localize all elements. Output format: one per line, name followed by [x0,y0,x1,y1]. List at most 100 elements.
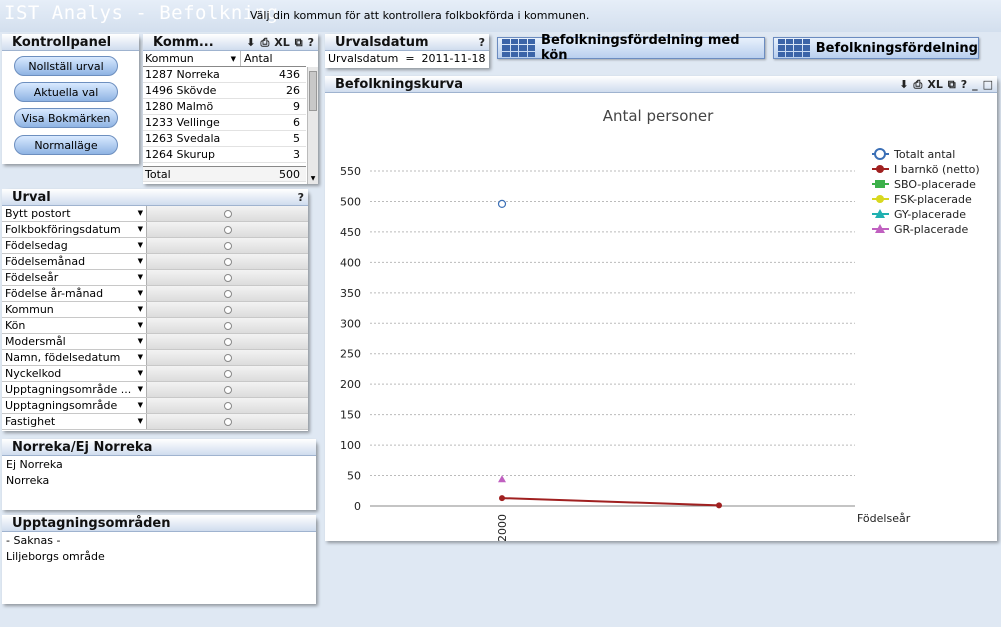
help-icon[interactable]: ? [298,189,304,205]
help-icon[interactable]: ? [961,76,967,92]
copy-icon[interactable]: ⧉ [295,34,303,50]
dropdown-arrow-icon[interactable]: ▼ [138,366,143,381]
listbox-row[interactable]: Folkbokföringsdatum ▼ [2,222,308,238]
listbox-row[interactable]: Nyckelkod ▼ [2,366,308,382]
print-icon[interactable]: ⎙ [914,76,923,92]
xl-icon[interactable]: XL [927,76,943,92]
send-to-excel-icon[interactable]: ⬇ [246,34,255,50]
field-name[interactable]: Födelseår ▼ [2,270,147,285]
field-value-cell[interactable] [147,334,308,349]
field-value-cell[interactable] [147,206,308,221]
dropdown-arrow-icon[interactable]: ▼ [138,222,143,237]
field-value-cell[interactable] [147,398,308,413]
field-name[interactable]: Folkbokföringsdatum ▼ [2,222,147,237]
radio-icon[interactable] [223,386,232,394]
listbox-row[interactable]: Kön ▼ [2,318,308,334]
send-to-excel-icon[interactable]: ⬇ [899,76,908,92]
field-name[interactable]: Fastighet ▼ [2,414,147,429]
field-name[interactable]: Kommun ▼ [2,302,147,317]
table-row[interactable]: 1264 Skurup 3 [143,147,306,163]
reset-selection-button[interactable]: Nollställ urval [14,56,118,76]
current-selections-button[interactable]: Aktuella val [14,82,118,102]
listbox-row[interactable]: Upptagningsområde ... ▼ [2,382,308,398]
field-value-cell[interactable] [147,222,308,237]
radio-icon[interactable] [223,322,232,330]
list-item[interactable]: - Saknas - [2,533,105,549]
help-icon[interactable]: ? [479,34,485,50]
dropdown-arrow-icon[interactable]: ▼ [138,398,143,413]
field-name[interactable]: Bytt postort ▼ [2,206,147,221]
print-icon[interactable]: ⎙ [260,34,269,50]
listbox-row[interactable]: Modersmål ▼ [2,334,308,350]
copy-icon[interactable]: ⧉ [948,76,956,92]
field-name[interactable]: Kön ▼ [2,318,147,333]
radio-icon[interactable] [223,290,232,298]
listbox-row[interactable]: Födelsedag ▼ [2,238,308,254]
radio-icon[interactable] [223,354,232,362]
dropdown-arrow-icon[interactable]: ▼ [138,206,143,221]
show-bookmarks-button[interactable]: Visa Bokmärken [14,108,118,128]
field-name[interactable]: Födelsedag ▼ [2,238,147,253]
dropdown-arrow-icon[interactable]: ▼ [138,382,143,397]
field-value-cell[interactable] [147,286,308,301]
field-value-cell[interactable] [147,366,308,381]
field-name[interactable]: Modersmål ▼ [2,334,147,349]
dropdown-arrow-icon[interactable]: ▼ [138,286,143,301]
radio-icon[interactable] [223,402,232,410]
field-name[interactable]: Upptagningsområde ▼ [2,398,147,413]
dropdown-arrow-icon[interactable]: ▼ [138,334,143,349]
table-row[interactable]: 1233 Vellinge 6 [143,115,306,131]
befolkning-kon-button[interactable]: Befolkningsfördelning med kön [497,33,765,63]
dropdown-arrow-icon[interactable]: ▼ [138,318,143,333]
col-antal-header[interactable]: Antal [241,51,303,66]
help-icon[interactable]: ? [308,34,314,50]
listbox-row[interactable]: Upptagningsområde ▼ [2,398,308,414]
field-value-cell[interactable] [147,238,308,253]
dropdown-arrow-icon[interactable]: ▼ [138,238,143,253]
sort-down-icon[interactable]: ▼ [231,51,236,66]
listbox-row[interactable]: Kommun ▼ [2,302,308,318]
table-row[interactable]: 1263 Svedala 5 [143,131,306,147]
dropdown-arrow-icon[interactable]: ▼ [138,254,143,269]
listbox-row[interactable]: Fastighet ▼ [2,414,308,430]
maximize-icon[interactable]: □ [983,76,993,92]
listbox-row[interactable]: Födelseår ▼ [2,270,308,286]
list-item[interactable]: Liljeborgs område [2,549,105,565]
dropdown-arrow-icon[interactable]: ▼ [138,414,143,429]
listbox-row[interactable]: Namn, födelsedatum ▼ [2,350,308,366]
radio-icon[interactable] [223,370,232,378]
table-row[interactable]: 1287 Norreka 436 [143,67,306,83]
xl-icon[interactable]: XL [274,34,290,50]
listbox-row[interactable]: Födelse år-månad ▼ [2,286,308,302]
radio-icon[interactable] [223,418,232,426]
field-value-cell[interactable] [147,350,308,365]
col-kommun-header[interactable]: Kommun ▼ [143,51,241,66]
field-value-cell[interactable] [147,414,308,429]
minimize-icon[interactable]: _ [972,76,978,92]
radio-icon[interactable] [223,258,232,266]
scroll-down-icon[interactable]: ▼ [308,174,318,184]
field-name[interactable]: Namn, födelsedatum ▼ [2,350,147,365]
radio-icon[interactable] [223,306,232,314]
list-item[interactable]: Ej Norreka [2,457,63,473]
table-scrollbar[interactable]: ▼ [307,67,318,184]
scrollbar-thumb[interactable] [309,71,317,111]
dropdown-arrow-icon[interactable]: ▼ [138,350,143,365]
list-item[interactable]: Norreka [2,473,63,489]
field-name[interactable]: Födelse år-månad ▼ [2,286,147,301]
radio-icon[interactable] [223,338,232,346]
listbox-row[interactable]: Bytt postort ▼ [2,206,308,222]
field-value-cell[interactable] [147,254,308,269]
field-name[interactable]: Nyckelkod ▼ [2,366,147,381]
field-value-cell[interactable] [147,270,308,285]
normal-mode-button[interactable]: Normalläge [14,135,118,155]
radio-icon[interactable] [223,210,232,218]
table-row[interactable]: 1496 Skövde 26 [143,83,306,99]
field-value-cell[interactable] [147,318,308,333]
field-value-cell[interactable] [147,302,308,317]
befolkning-fordelning-button[interactable]: Befolkningsfördelning [773,37,979,59]
dropdown-arrow-icon[interactable]: ▼ [138,302,143,317]
field-name[interactable]: Födelsemånad ▼ [2,254,147,269]
field-value-cell[interactable] [147,382,308,397]
radio-icon[interactable] [223,274,232,282]
